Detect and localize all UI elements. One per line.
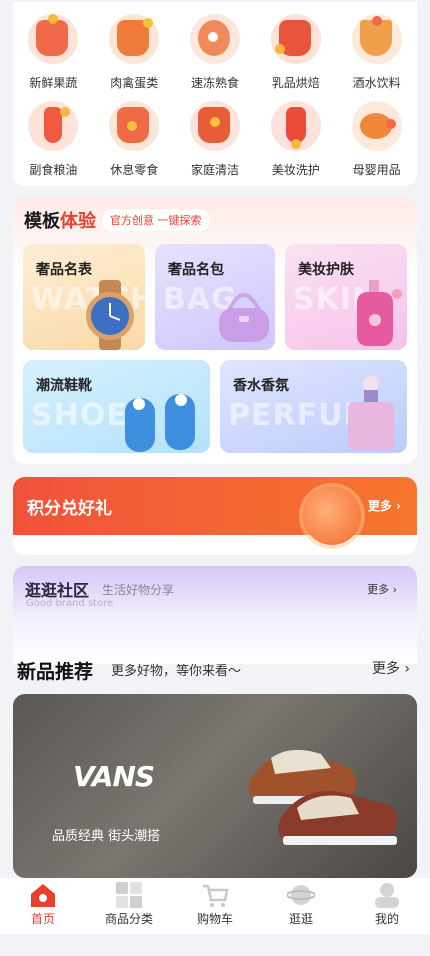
tile-label: 奢品名包 — [168, 262, 224, 278]
tab-category[interactable]: 商品分类 — [94, 882, 164, 927]
home-indicator-area — [0, 934, 430, 956]
cart-icon — [203, 884, 229, 907]
community-english: Good brand store — [26, 598, 114, 609]
category-grid: 新鲜果蔬 肉禽蛋类 速冻熟食 乳品烘焙 酒水饮料 副食粮油 休息零食 家庭清洁 … — [13, 2, 417, 184]
points-more-link[interactable]: 更多 › — [368, 497, 401, 514]
banner-slogan: 品质经典 街头潮搭 — [52, 829, 161, 844]
bowl-icon — [351, 14, 402, 64]
tile-watch[interactable]: WATCH 奢品名表 — [23, 244, 145, 350]
new-products-title: 新品推荐 — [17, 661, 94, 683]
tile-perfume[interactable]: PERFUME 香水香氛 — [220, 360, 407, 453]
chair-icon — [270, 14, 321, 64]
category-item-0[interactable]: 新鲜果蔬 — [13, 10, 94, 97]
points-banner[interactable]: 积分兑好礼 更多 › — [13, 477, 417, 545]
template-title-2: 体验 — [60, 211, 96, 232]
lotion-bottle-icon — [357, 280, 402, 346]
category-item-2[interactable]: 速冻熟食 — [175, 10, 256, 97]
category-label: 母婴用品 — [352, 163, 401, 177]
tab-label: 首页 — [30, 912, 55, 926]
community-subtitle: 生活好物分享 — [102, 583, 175, 597]
template-subtitle: 官方创意 一键探索 — [102, 209, 210, 231]
tab-home[interactable]: 首页 — [8, 882, 78, 927]
category-item-6[interactable]: 休息零食 — [94, 97, 175, 184]
new-product-banner[interactable]: VANS 品质经典 街头潮搭 — [13, 694, 417, 878]
watch-icon — [86, 280, 134, 350]
tab-label: 购物车 — [196, 912, 233, 926]
tile-label: 潮流鞋靴 — [36, 378, 92, 394]
category-item-9[interactable]: 母婴用品 — [336, 97, 417, 184]
slippers-icon — [125, 394, 195, 452]
firecracker-icon — [28, 101, 79, 151]
tab-label: 我的 — [374, 912, 399, 926]
tile-label: 香水香氛 — [233, 378, 289, 394]
category-label: 休息零食 — [110, 163, 159, 177]
tile-shoes[interactable]: SHOES 潮流鞋靴 — [23, 360, 210, 453]
template-title-1: 模板 — [24, 211, 60, 232]
tile-label: 奢品名表 — [36, 262, 92, 278]
tab-label: 逛逛 — [288, 912, 313, 926]
community-section: 逛逛社区 生活好物分享 Good brand store 更多 › — [13, 566, 417, 664]
category-item-3[interactable]: 乳品烘焙 — [255, 10, 336, 97]
category-icon — [116, 882, 142, 908]
points-section: 积分兑好礼 更多 › — [13, 477, 417, 555]
fish-icon — [351, 101, 402, 151]
bottom-tab-bar: 首页 商品分类 购物车 逛逛 我的 — [0, 878, 430, 934]
user-icon — [375, 883, 399, 908]
tab-me[interactable]: 我的 — [352, 882, 422, 927]
category-label: 副食粮油 — [29, 163, 78, 177]
community-more-link[interactable]: 更多 › — [367, 581, 397, 597]
perfume-icon — [348, 376, 394, 450]
category-label: 肉禽蛋类 — [110, 76, 159, 90]
star-coin-icon — [303, 487, 361, 545]
category-item-8[interactable]: 美妆洗护 — [255, 97, 336, 184]
category-item-5[interactable]: 副食粮油 — [13, 97, 94, 184]
tiger-icon — [189, 14, 240, 64]
tile-label: 美妆护肤 — [298, 262, 354, 278]
category-item-7[interactable]: 家庭清洁 — [175, 97, 256, 184]
category-label: 速冻熟食 — [190, 76, 239, 90]
tab-explore[interactable]: 逛逛 — [266, 882, 336, 927]
tile-bag[interactable]: BAG 奢品名包 — [155, 244, 275, 350]
new-products-subtitle: 更多好物，等你来看～ — [111, 664, 242, 679]
tab-label: 商品分类 — [104, 912, 153, 926]
template-header: 模板 体验 官方创意 一键探索 — [24, 207, 210, 233]
tab-cart[interactable]: 购物车 — [180, 882, 250, 927]
basket-icon — [109, 101, 160, 151]
points-title: 积分兑好礼 — [27, 499, 112, 519]
planet-icon — [287, 885, 315, 905]
category-panel: 新鲜果蔬 肉禽蛋类 速冻熟食 乳品烘焙 酒水饮料 副食粮油 休息零食 家庭清洁 … — [13, 2, 417, 186]
category-label: 乳品烘焙 — [271, 76, 320, 90]
category-label: 家庭清洁 — [190, 163, 239, 177]
gift-icon — [109, 14, 160, 64]
category-label: 新鲜果蔬 — [29, 76, 78, 90]
home-icon — [31, 884, 55, 907]
hongbao-icon — [189, 101, 240, 151]
template-section: 模板 体验 官方创意 一键探索 WATCH 奢品名表 BAG 奢品名包 SKIN… — [13, 197, 417, 464]
sneakers-image — [249, 749, 398, 845]
category-label: 酒水饮料 — [352, 76, 401, 90]
new-products-more-link[interactable]: 更多 › — [372, 658, 410, 678]
lantern-icon — [28, 14, 79, 64]
handbag-icon — [219, 293, 269, 342]
category-item-4[interactable]: 酒水饮料 — [336, 10, 417, 97]
tile-skincare[interactable]: SKIN 美妆护肤 — [285, 244, 407, 350]
brand-logo: VANS — [73, 760, 155, 793]
category-item-1[interactable]: 肉禽蛋类 — [94, 10, 175, 97]
category-label: 美妆洗护 — [271, 163, 320, 177]
knot-icon — [270, 101, 321, 151]
